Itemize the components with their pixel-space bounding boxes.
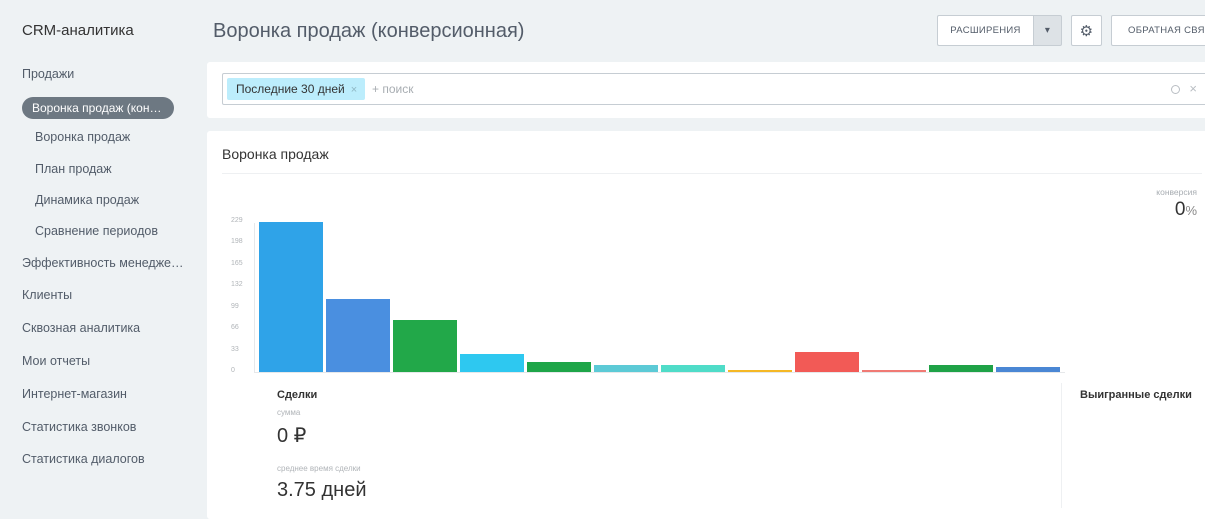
extensions-dropdown-button[interactable]: ▾ <box>1033 15 1062 46</box>
y-tick-label: 66 <box>231 324 239 332</box>
sidebar-item-period-comparison[interactable]: Сравнение периодов <box>35 224 158 238</box>
y-tick-label: 132 <box>231 281 243 289</box>
funnel-bar[interactable] <box>393 319 457 372</box>
sidebar-item-dialog-stats[interactable]: Статистика диалогов <box>22 452 145 466</box>
avg-time-label: среднее время сделки <box>277 464 361 473</box>
funnel-bar[interactable] <box>795 351 859 372</box>
y-axis <box>254 223 255 373</box>
filter-chip-label: Последние 30 дней <box>236 82 345 96</box>
filter-panel: Последние 30 дней × + поиск × <box>207 62 1205 118</box>
funnel-bar[interactable] <box>460 353 524 372</box>
funnel-bar[interactable] <box>996 367 1060 372</box>
sum-label: сумма <box>277 408 301 417</box>
divider <box>1061 383 1062 508</box>
funnel-bar[interactable] <box>862 370 926 372</box>
funnel-bar[interactable] <box>728 370 792 372</box>
y-tick-label: 165 <box>231 259 243 267</box>
y-tick-label: 33 <box>231 345 239 353</box>
chevron-down-icon: ▾ <box>1044 25 1051 36</box>
settings-button[interactable]: ⚙ <box>1071 15 1102 46</box>
sidebar-item-conversion-funnel[interactable]: Воронка продаж (кон… <box>22 97 174 119</box>
funnel-bar[interactable] <box>527 362 591 372</box>
y-tick-label: 198 <box>231 238 243 246</box>
funnel-bar[interactable] <box>259 222 323 372</box>
sidebar-item-sales[interactable]: Продажи <box>22 67 74 81</box>
funnel-bar[interactable] <box>929 365 993 372</box>
sidebar-item-call-stats[interactable]: Статистика звонков <box>22 420 136 434</box>
search-input[interactable]: Последние 30 дней × + поиск × <box>222 73 1205 105</box>
x-axis-baseline <box>255 372 1065 373</box>
search-icon[interactable] <box>1170 85 1180 94</box>
y-tick-label: 229 <box>231 217 243 224</box>
y-tick-label: 99 <box>231 302 239 310</box>
feedback-button[interactable]: ОБРАТНАЯ СВЯЗЬ <box>1111 15 1205 46</box>
sum-value: 0 ₽ <box>277 425 307 447</box>
page-title: Воронка продаж (конверсионная) <box>213 20 525 42</box>
sidebar-title: CRM-аналитика <box>22 22 134 39</box>
sidebar-item-end-to-end-analytics[interactable]: Сквозная аналитика <box>22 321 140 335</box>
won-deals-title: Выигранные сделки <box>1080 389 1192 401</box>
sidebar-item-sales-plan[interactable]: План продаж <box>35 162 112 176</box>
search-placeholder: + поиск <box>372 82 414 96</box>
search-actions: × <box>1170 81 1197 96</box>
sidebar-item-clients[interactable]: Клиенты <box>22 288 72 302</box>
close-icon[interactable]: × <box>351 84 357 96</box>
funnel-card: Воронка продаж конверсия 0% 229 198 165 132… <box>207 131 1205 519</box>
deals-title: Сделки <box>277 389 318 401</box>
funnel-bar[interactable] <box>594 365 658 372</box>
gear-icon: ⚙ <box>1079 22 1094 40</box>
funnel-chart: 229 198 165 132 99 66 33 0 <box>207 131 1205 519</box>
sidebar-item-sales-funnel[interactable]: Воронка продаж <box>35 130 130 144</box>
sidebar-item-my-reports[interactable]: Мои отчеты <box>22 354 90 368</box>
avg-time-value: 3.75 дней <box>277 479 367 501</box>
sidebar: CRM-аналитика Продажи Воронка продаж (ко… <box>0 0 193 519</box>
extensions-button[interactable]: РАСШИРЕНИЯ <box>937 15 1033 46</box>
filter-chip[interactable]: Последние 30 дней × <box>227 78 366 100</box>
sidebar-item-manager-efficiency[interactable]: Эффективность менедже… <box>22 256 184 270</box>
funnel-bar[interactable] <box>326 298 390 372</box>
funnel-bar[interactable] <box>661 365 725 372</box>
sidebar-item-sales-dynamics[interactable]: Динамика продаж <box>35 193 139 207</box>
y-tick-label: 0 <box>231 367 235 374</box>
clear-icon[interactable]: × <box>1189 81 1197 96</box>
sidebar-item-online-store[interactable]: Интернет-магазин <box>22 387 127 401</box>
